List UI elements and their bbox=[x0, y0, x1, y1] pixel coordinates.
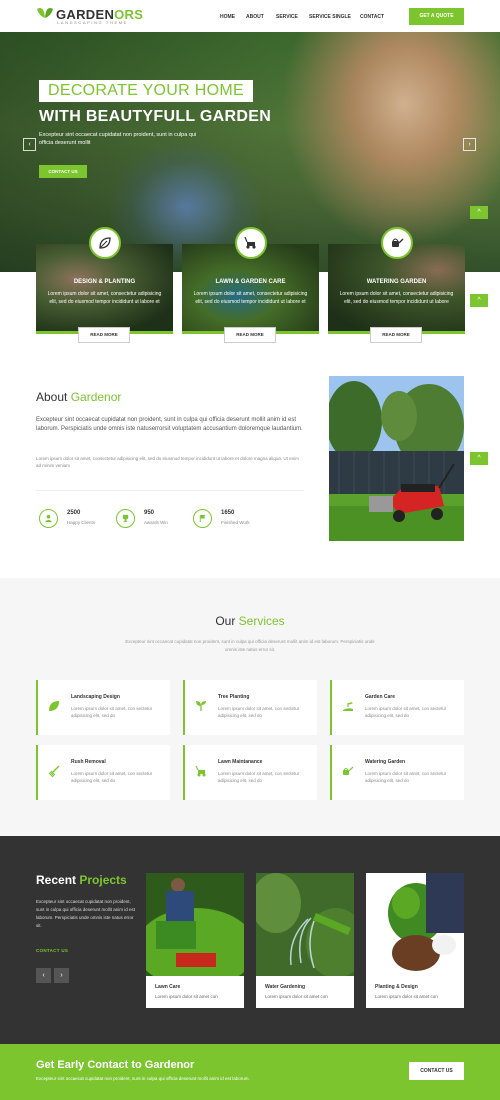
nav-contact[interactable]: CONTACT bbox=[360, 14, 384, 20]
read-more-button[interactable]: READ MORE bbox=[78, 327, 130, 343]
scroll-up-icon[interactable]: ^ bbox=[470, 206, 488, 219]
service-title: Watering Garden bbox=[365, 759, 406, 765]
watering-can-icon bbox=[381, 227, 413, 259]
projects-text: Excepteur sint occaecat cupidatat non pr… bbox=[36, 899, 135, 928]
cta-contact-button[interactable]: CONTACT US bbox=[409, 1062, 464, 1080]
service-text: Lorem ipsum dolor sit amet, con sectetur… bbox=[218, 771, 300, 783]
hero-contact-button[interactable]: CONTACT US bbox=[39, 165, 87, 178]
cta-title: Get Early Contact to Gardenor bbox=[36, 1059, 195, 1071]
lawnmower-icon bbox=[235, 227, 267, 259]
service-title: Rush Removal bbox=[71, 759, 106, 765]
user-icon bbox=[39, 509, 58, 528]
project-title: Planting & Design bbox=[375, 984, 418, 990]
service-title: Lawn Maintanance bbox=[218, 759, 263, 765]
hero-prev-arrow-icon[interactable]: ‹ bbox=[23, 138, 36, 151]
feature-text: Lorem ipsum dolor sit amet, consectetur … bbox=[339, 291, 454, 305]
hero-next-arrow-icon[interactable]: › bbox=[463, 138, 476, 151]
watering-can-icon bbox=[342, 765, 356, 779]
project-card-lawn-care[interactable]: Lawn Care Lorem ipsum dolor sit amet con bbox=[146, 873, 244, 1008]
feature-text: Lorem ipsum dolor sit amet, consectetur … bbox=[193, 291, 308, 305]
project-image bbox=[146, 873, 244, 976]
service-title: Garden Care bbox=[365, 694, 396, 700]
services-title: Our Services bbox=[215, 614, 285, 628]
service-card-tree-planting[interactable]: Tree Planting Lorem ipsum dolor sit amet… bbox=[183, 680, 317, 735]
stat-label: Finished Work bbox=[221, 520, 250, 525]
read-more-button[interactable]: READ MORE bbox=[370, 327, 422, 343]
leaf-icon bbox=[48, 700, 62, 714]
hero-text: Excepteur sint occaecat cupidatat non pr… bbox=[39, 132, 197, 146]
service-text: Lorem ipsum dolor sit amet, con sectetur… bbox=[218, 706, 300, 718]
hero-title-line1: DECORATE YOUR HOME bbox=[39, 80, 253, 102]
service-title: Landscaping Design bbox=[71, 694, 120, 700]
get-a-quote-button[interactable]: GET A QUOTE bbox=[409, 8, 464, 25]
feature-title: LAWN & GARDEN CARE bbox=[215, 279, 286, 285]
service-card-watering[interactable]: Watering Garden Lorem ipsum dolor sit am… bbox=[330, 745, 464, 800]
scroll-up-icon[interactable]: ^ bbox=[470, 452, 488, 465]
project-title: Lawn Care bbox=[155, 984, 181, 990]
service-card-lawn-maintenance[interactable]: Lawn Maintanance Lorem ipsum dolor sit a… bbox=[183, 745, 317, 800]
nav-service-single[interactable]: SERVICE SINGLE bbox=[309, 14, 351, 20]
project-text: Lorem ipsum dolor sit amet con bbox=[265, 994, 328, 999]
stat-label: Awards Win bbox=[144, 520, 168, 525]
stat-number: 950 bbox=[144, 510, 155, 516]
about-title: About Gardenor bbox=[36, 390, 122, 404]
projects-title: Recent Projects bbox=[36, 873, 127, 887]
nav-service[interactable]: SERVICE bbox=[276, 14, 298, 20]
cta-text: Excepteur sint occaecat cupidatat non pr… bbox=[36, 1076, 250, 1081]
logo-subtitle: LANDSCAPING THEME bbox=[57, 20, 128, 25]
about-body-text: Lorem ipsum dolor sit amet, consectetur … bbox=[36, 456, 299, 468]
service-card-landscaping[interactable]: Landscaping Design Lorem ipsum dolor sit… bbox=[36, 680, 170, 735]
projects-contact-link[interactable]: CONTACT US bbox=[36, 948, 68, 953]
sprout-icon bbox=[195, 700, 209, 714]
service-text: Lorem ipsum dolor sit amet, con sectetur… bbox=[365, 771, 447, 783]
feature-title: WATERING GARDEN bbox=[366, 279, 427, 285]
hero-title-line2: WITH BEAUTYFULL GARDEN bbox=[39, 108, 272, 125]
project-image bbox=[256, 873, 354, 976]
project-text: Lorem ipsum dolor sit amet con bbox=[155, 994, 218, 999]
feature-title: DESIGN & PLANTING bbox=[73, 279, 136, 285]
hand-plant-icon bbox=[342, 700, 356, 714]
service-card-garden-care[interactable]: Garden Care Lorem ipsum dolor sit amet, … bbox=[330, 680, 464, 735]
service-text: Lorem ipsum dolor sit amet, con sectetur… bbox=[71, 706, 153, 718]
feature-text: Lorem ipsum dolor sit amet, consectetur … bbox=[47, 291, 162, 305]
leaf-icon bbox=[89, 227, 121, 259]
project-text: Lorem ipsum dolor sit amet con bbox=[375, 994, 438, 999]
scroll-up-icon[interactable]: ^ bbox=[470, 294, 488, 307]
nav-about[interactable]: ABOUT bbox=[246, 14, 264, 20]
project-card-planting-design[interactable]: Planting & Design Lorem ipsum dolor sit … bbox=[366, 873, 464, 1008]
about-lead-text: Excepteur sint occaecat cupidatat non pr… bbox=[36, 417, 303, 432]
flag-icon bbox=[193, 509, 212, 528]
stat-number: 1650 bbox=[221, 510, 235, 516]
lawnmower-icon bbox=[195, 765, 209, 779]
service-title: Tree Planting bbox=[218, 694, 250, 700]
stat-label: Happy Clients bbox=[67, 520, 96, 525]
leaf-logo-icon bbox=[37, 8, 53, 18]
project-image bbox=[366, 873, 464, 976]
read-more-button[interactable]: READ MORE bbox=[224, 327, 276, 343]
projects-prev-icon[interactable]: ‹ bbox=[36, 968, 51, 983]
project-card-water-gardening[interactable]: Water Gardening Lorem ipsum dolor sit am… bbox=[256, 873, 354, 1008]
service-text: Lorem ipsum dolor sit amet, con sectetur… bbox=[365, 706, 447, 718]
service-text: Lorem ipsum dolor sit amet, con sectetur… bbox=[71, 771, 153, 783]
projects-next-icon[interactable]: › bbox=[54, 968, 69, 983]
trophy-icon bbox=[116, 509, 135, 528]
rake-icon bbox=[48, 765, 62, 779]
services-subtitle: Excepteur sint occaecat cupidatat non pr… bbox=[125, 639, 375, 652]
service-card-rush-removal[interactable]: Rush Removal Lorem ipsum dolor sit amet,… bbox=[36, 745, 170, 800]
nav-home[interactable]: HOME bbox=[220, 14, 235, 20]
project-title: Water Gardening bbox=[265, 984, 306, 990]
divider bbox=[36, 490, 304, 491]
stat-number: 2500 bbox=[67, 510, 81, 516]
about-lawnmower-image bbox=[329, 376, 464, 541]
